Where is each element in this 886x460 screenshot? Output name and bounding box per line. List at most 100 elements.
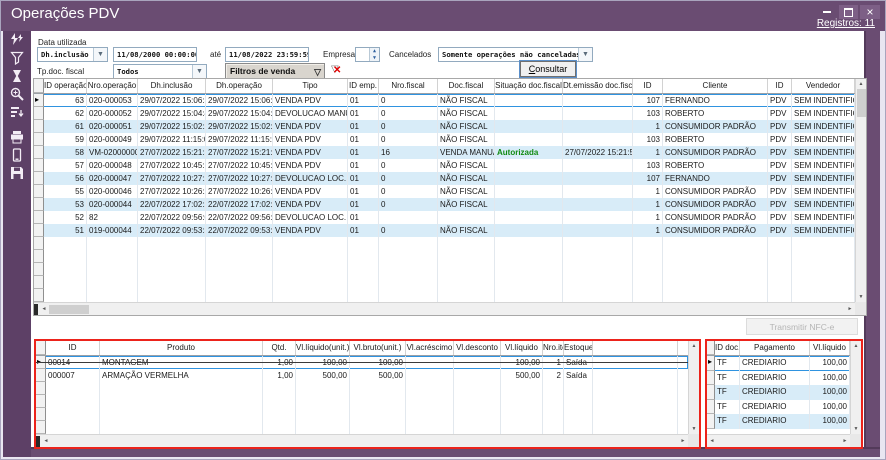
column-header[interactable]: Doc.fiscal <box>438 79 495 93</box>
payments-vscrollbar[interactable]: ▲ ▼ <box>850 341 861 434</box>
items-hscrollbar[interactable]: ◄ ► <box>36 434 688 447</box>
sort-export-icon[interactable] <box>3 103 31 121</box>
device-icon[interactable] <box>3 146 31 164</box>
column-header[interactable]: Nro.fiscal <box>379 79 438 93</box>
column-header[interactable]: Nro.item <box>543 341 564 355</box>
row-selector-cell[interactable] <box>34 198 44 211</box>
date-to-input[interactable]: 11/08/2022 23:59:59 <box>225 47 309 62</box>
print-icon[interactable] <box>3 128 31 146</box>
clear-filter-button[interactable]: ▽ ✕ <box>329 63 345 79</box>
column-header[interactable]: Tipo <box>273 79 348 93</box>
payments-hscrollbar[interactable]: ◄ ► <box>707 434 850 447</box>
table-row[interactable]: 62020-00005229/07/2022 15:04:4029/07/202… <box>34 107 855 120</box>
row-selector-cell[interactable] <box>707 414 715 429</box>
close-button[interactable]: × <box>860 5 880 19</box>
row-selector-cell[interactable]: ▸ <box>707 356 715 371</box>
hourglass-icon[interactable] <box>3 67 31 85</box>
table-row[interactable]: 57020-00004827/07/2022 10:45:1327/07/202… <box>34 159 855 172</box>
spinner-arrows[interactable]: ▲▼ <box>369 48 379 61</box>
row-selector-cell[interactable]: ▸ <box>36 356 46 369</box>
cancelados-combo[interactable]: Somente operações não canceladas ▼ <box>438 47 593 62</box>
column-header[interactable]: Vl.bruto(unit.) <box>350 341 406 355</box>
registros-count-link[interactable]: Registros: 11 <box>817 18 875 29</box>
date-field-combo[interactable]: Dh.inclusão ▼ <box>37 47 108 62</box>
items-vscrollbar[interactable]: ▲ ▼ <box>688 341 699 434</box>
table-row[interactable]: TFCREDIARIO100,00 <box>707 414 850 429</box>
column-header[interactable]: Vendedor <box>792 79 855 93</box>
vscroll-thumb[interactable] <box>857 89 866 117</box>
row-selector-cell[interactable] <box>34 185 44 198</box>
scroll-up-icon[interactable]: ▲ <box>856 79 866 89</box>
table-row[interactable]: 51019-00004422/07/2022 09:53:5622/07/202… <box>34 224 855 237</box>
column-header[interactable]: Qtd. <box>263 341 296 355</box>
column-header[interactable]: Dh.inclusão <box>138 79 206 93</box>
operations-hscrollbar[interactable]: ◄ ► <box>34 302 855 315</box>
scroll-left-icon[interactable]: ◄ <box>39 304 49 314</box>
table-row[interactable]: 000007ARMAÇÃO VERMELHA1,00500,00500,0050… <box>36 369 688 382</box>
row-selector-cell[interactable] <box>34 224 44 237</box>
hscroll-grip[interactable] <box>36 436 40 447</box>
row-selector-cell[interactable] <box>34 133 44 146</box>
row-selector-cell[interactable] <box>707 400 715 415</box>
tp-doc-fiscal-combo[interactable]: Todos ▼ <box>113 64 207 79</box>
scroll-right-icon[interactable]: ► <box>678 436 688 446</box>
scroll-down-icon[interactable]: ▼ <box>856 292 866 302</box>
table-row[interactable]: ▸TFCREDIARIO100,00 <box>707 356 850 371</box>
row-selector-cell[interactable] <box>34 107 44 120</box>
column-header[interactable]: Dh.operação <box>206 79 273 93</box>
column-header[interactable]: Vl.desconto <box>454 341 501 355</box>
transmit-nfce-button[interactable]: Transmitir NFC-e pendentes <box>746 318 858 335</box>
column-header[interactable]: Nro.operação <box>87 79 138 93</box>
row-selector-cell[interactable] <box>707 371 715 386</box>
operations-vscrollbar[interactable]: ▲ ▼ <box>855 79 866 302</box>
zoom-icon[interactable] <box>3 85 31 103</box>
row-selector-cell[interactable] <box>34 211 44 224</box>
row-selector-cell[interactable] <box>34 146 44 159</box>
table-row[interactable]: 56020-00004727/07/2022 10:27:2527/07/202… <box>34 172 855 185</box>
scroll-down-icon[interactable]: ▼ <box>851 424 861 434</box>
column-header[interactable]: Situação doc.fiscal <box>495 79 563 93</box>
row-selector-cell[interactable] <box>34 159 44 172</box>
minimize-button[interactable] <box>819 5 835 19</box>
hscroll-thumb[interactable] <box>49 305 89 314</box>
save-icon[interactable] <box>3 164 31 182</box>
scroll-right-icon[interactable]: ► <box>845 304 855 314</box>
column-header[interactable]: Cliente <box>663 79 768 93</box>
row-selector-cell[interactable] <box>36 369 46 382</box>
column-header[interactable]: Vl.acréscimo <box>406 341 454 355</box>
chevron-down-icon[interactable]: ▼ <box>93 48 107 61</box>
column-header[interactable]: Vl.líquido <box>810 341 850 355</box>
table-row[interactable]: 61020-00005129/07/2022 15:02:2229/07/202… <box>34 120 855 133</box>
scroll-left-icon[interactable]: ◄ <box>41 436 51 446</box>
filter-icon[interactable] <box>3 49 31 67</box>
table-row[interactable]: 528222/07/2022 09:56:0822/07/2022 09:56:… <box>34 211 855 224</box>
column-header[interactable]: ID emp. <box>348 79 379 93</box>
column-header[interactable]: Vl.líquido <box>501 341 543 355</box>
table-row[interactable]: TFCREDIARIO100,00 <box>707 371 850 386</box>
scroll-left-icon[interactable]: ◄ <box>707 436 717 446</box>
chevron-down-icon[interactable]: ▼ <box>578 48 592 61</box>
column-header[interactable] <box>593 341 678 355</box>
column-header[interactable]: ID <box>46 341 100 355</box>
chevron-down-icon[interactable]: ▼ <box>192 65 206 78</box>
column-header[interactable]: Estoque <box>564 341 593 355</box>
row-selector-cell[interactable] <box>34 120 44 133</box>
table-row[interactable]: TFCREDIARIO100,00 <box>707 400 850 415</box>
column-header[interactable]: ID doc. <box>715 341 740 355</box>
column-header[interactable]: Pagamento <box>740 341 810 355</box>
spinner-down-icon[interactable]: ▼ <box>370 55 379 62</box>
refresh-icon[interactable] <box>3 31 31 49</box>
table-row[interactable]: 58VM-02000000127/07/2022 15:21:5627/07/2… <box>34 146 855 159</box>
table-row[interactable]: 59020-00004929/07/2022 11:15:0029/07/202… <box>34 133 855 146</box>
table-row[interactable]: 55020-00004627/07/2022 10:26:2427/07/202… <box>34 185 855 198</box>
row-selector-cell[interactable]: ▸ <box>34 94 44 107</box>
table-row[interactable]: ▸00014MONTAGEM1,00100,00100,00100,001Saí… <box>36 356 688 369</box>
column-header[interactable]: Produto <box>100 341 263 355</box>
filtros-de-venda-button[interactable]: Filtros de venda ▽ <box>225 63 325 79</box>
table-row[interactable]: ▸63020-00005329/07/2022 15:06:5229/07/20… <box>34 94 855 107</box>
date-from-input[interactable]: 11/08/2000 00:00:00 <box>113 47 197 62</box>
table-row[interactable]: 53020-00004422/07/2022 17:02:2822/07/202… <box>34 198 855 211</box>
row-selector-cell[interactable] <box>34 172 44 185</box>
scroll-right-icon[interactable]: ► <box>840 436 850 446</box>
column-header[interactable]: ID <box>768 79 792 93</box>
